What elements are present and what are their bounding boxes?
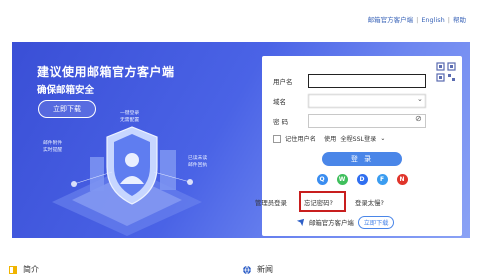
book-icon (9, 265, 17, 274)
divider: | (447, 16, 450, 24)
feature-label: 已读未读 邮件回执 (188, 156, 208, 168)
domain-select[interactable] (308, 94, 426, 108)
qq-icon[interactable]: Q (316, 174, 328, 185)
client-download-button[interactable]: 立即下载 (357, 216, 395, 229)
banner-subtitle: 确保邮箱安全 (37, 85, 95, 96)
divider: | (416, 16, 419, 24)
login-button[interactable]: 登 录 (322, 152, 402, 166)
banner-title: 建议使用邮箱官方客户端 (37, 65, 175, 79)
social-login-row: Q W D F N (262, 174, 462, 185)
use-label: 使用 (323, 136, 337, 143)
intro-label: 简介 (23, 265, 39, 274)
username-row: 用户名 (273, 74, 308, 88)
promo-banner: 建议使用邮箱官方客户端 确保邮箱安全 立即下载 一键登录 无需配置 邮件附件 实时提… (12, 42, 470, 238)
domain-row: 域名 (273, 94, 308, 108)
security-illustration-icon (52, 126, 202, 236)
client-label: 邮箱官方客户端 (309, 219, 354, 227)
login-card: 用户名 域名 ⌄ 密 码 ⊘ 记住用户名 使用 全程SSL登录 ⌄ 登 录 Q … (262, 56, 462, 236)
password-label: 密 码 (273, 118, 289, 126)
intro-section[interactable]: 简介 (8, 264, 39, 275)
username-input[interactable] (308, 74, 426, 88)
chevron-down-icon[interactable]: ⌄ (380, 135, 385, 142)
client-download-row: 邮箱官方客户端 立即下载 (296, 216, 395, 229)
news-section[interactable]: 新闻 (242, 264, 273, 275)
client-link[interactable]: 邮箱官方客户端 (368, 16, 414, 24)
feature-label: 一键登录 无需配置 (120, 111, 140, 123)
help-link[interactable]: 帮助 (453, 16, 466, 24)
dingtalk-icon[interactable]: D (356, 174, 368, 185)
remember-label: 记住用户名 (285, 136, 316, 143)
news-label: 新闻 (257, 265, 273, 274)
highlight-box (299, 191, 346, 212)
login-options: 记住用户名 使用 全程SSL登录 ⌄ (273, 134, 385, 143)
feishu-icon[interactable]: F (376, 174, 388, 185)
feature-label: 邮件附件 实时提醒 (43, 141, 63, 153)
eye-hidden-icon[interactable]: ⊘ (415, 114, 422, 123)
client-logo-icon (296, 218, 305, 227)
username-label: 用户名 (273, 78, 293, 86)
top-nav: 邮箱官方客户端 | English | 帮助 (368, 14, 466, 24)
login-trouble-link[interactable]: 登录太慢? (355, 198, 384, 207)
netease-icon[interactable]: N (396, 174, 408, 185)
qr-code-icon[interactable] (436, 62, 456, 82)
admin-login-link[interactable]: 管理员登录 (255, 198, 287, 207)
ssl-select[interactable]: 全程SSL登录 (340, 134, 376, 143)
chevron-down-icon[interactable]: ⌄ (417, 95, 458, 103)
password-input[interactable] (308, 114, 426, 128)
domain-label: 域名 (273, 98, 286, 106)
globe-icon (243, 265, 251, 275)
password-row: 密 码 (273, 114, 308, 128)
remember-checkbox[interactable] (273, 134, 281, 143)
english-link[interactable]: English (421, 16, 444, 24)
wechat-icon[interactable]: W (336, 174, 348, 185)
